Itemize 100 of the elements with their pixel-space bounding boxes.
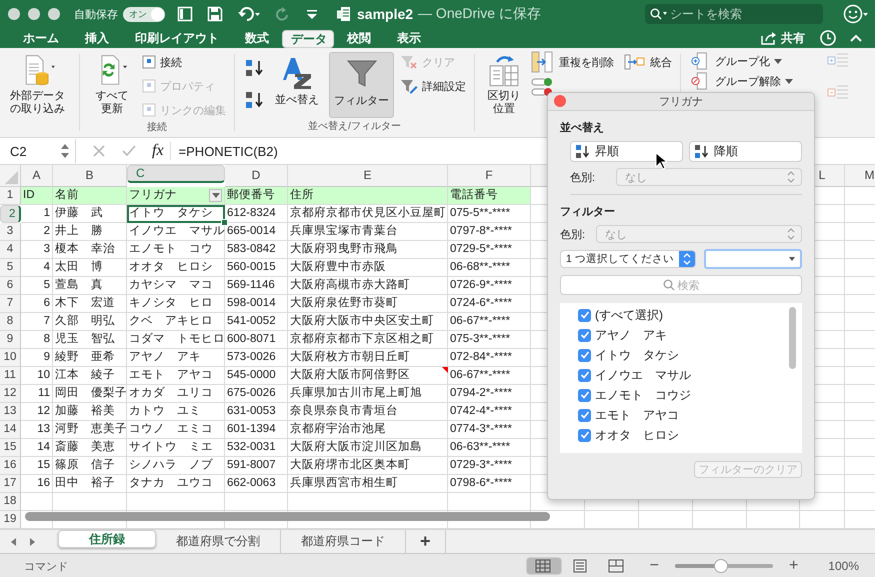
formula-input[interactable]: =PHONETIC(B2) — [178, 144, 278, 158]
row-header[interactable]: 7 — [0, 295, 21, 313]
close-button[interactable] — [554, 95, 566, 107]
zoom-slider-thumb[interactable] — [714, 559, 728, 573]
ribbon-tab[interactable]: ホーム — [10, 28, 72, 48]
table-cell: イノウエ マサル — [127, 223, 225, 241]
zoom-in-button[interactable]: + — [788, 557, 798, 575]
column-header[interactable]: D — [225, 165, 288, 187]
fill-handle[interactable] — [221, 219, 228, 226]
row-header[interactable]: 18 — [0, 493, 21, 511]
ribbon-tab[interactable]: 数式 — [232, 28, 282, 48]
filter-value[interactable]: アヤノ アキ — [595, 326, 667, 344]
group-button[interactable]: グループ化 — [689, 52, 793, 70]
table-cell: 太田 博 — [53, 259, 127, 277]
save-icon[interactable] — [207, 6, 223, 22]
filter-value[interactable]: オオタ ヒロシ — [595, 426, 679, 444]
table-cell: キノシタ ヒロ — [127, 295, 225, 313]
close-button[interactable] — [8, 8, 20, 20]
row-header[interactable]: 10 — [0, 349, 21, 367]
row-header[interactable]: 4 — [0, 241, 21, 259]
minimize-button[interactable] — [28, 8, 40, 20]
row-header[interactable]: 17 — [0, 475, 21, 493]
horizontal-scrollbar[interactable] — [25, 512, 550, 521]
column-header[interactable]: C — [127, 165, 225, 183]
filter-button[interactable]: フィルター — [329, 52, 394, 118]
condition-select[interactable]: 1 つ選択してください — [560, 250, 696, 268]
autosave-toggle[interactable]: オン — [123, 6, 165, 22]
checkbox[interactable] — [578, 328, 591, 342]
checkbox[interactable] — [578, 408, 591, 422]
table-cell: イトウ タケシ — [127, 205, 225, 223]
ungroup-button[interactable]: グループ解除 — [689, 72, 793, 90]
table-cell: 545-0000 — [225, 367, 288, 385]
filter-value[interactable]: エノモト コウジ — [595, 386, 691, 404]
sidebar-icon[interactable] — [177, 6, 193, 22]
view-button[interactable] — [526, 557, 562, 575]
row-header[interactable]: 11 — [0, 367, 21, 385]
comment-indicator[interactable] — [442, 367, 448, 373]
zoom-button[interactable] — [48, 8, 60, 20]
advanced-filter-button[interactable]: 詳細設定 — [400, 76, 466, 96]
sheet-search-field[interactable]: シートを検索 — [645, 4, 823, 24]
ribbon-tab[interactable]: データ — [282, 30, 334, 48]
column-header[interactable]: M — [845, 165, 875, 187]
ribbon-tab[interactable]: 挿入 — [72, 28, 122, 48]
zoom-out-button[interactable]: − — [650, 557, 659, 575]
row-header[interactable]: 5 — [0, 259, 21, 277]
checkbox[interactable] — [578, 368, 591, 382]
data-validation-icon[interactable] — [531, 77, 555, 97]
criteria-combo-field[interactable] — [704, 249, 802, 269]
row-header[interactable]: 9 — [0, 331, 21, 349]
filter-value[interactable]: イノウエ マサル — [595, 366, 691, 384]
checkbox[interactable] — [578, 388, 591, 402]
row-header[interactable]: 1 — [0, 187, 21, 205]
row-header[interactable]: 16 — [0, 457, 21, 475]
refresh-all-button[interactable]: すべて 更新 — [88, 52, 136, 118]
filter-dropdown-button[interactable] — [209, 189, 222, 202]
checkbox[interactable] — [578, 428, 591, 442]
insert-function-button[interactable]: fx — [152, 142, 171, 160]
zoom-slider[interactable] — [674, 559, 773, 573]
row-header[interactable]: 13 — [0, 403, 21, 421]
smiley-feedback-icon[interactable] — [843, 4, 869, 24]
filter-value[interactable]: イトウ タケシ — [595, 346, 679, 364]
list-scrollbar[interactable] — [789, 307, 796, 369]
checkmark-icon[interactable] — [122, 144, 136, 158]
sort-button[interactable]: 並べ替え — [271, 52, 323, 118]
consolidate-button[interactable]: 統合 — [624, 52, 672, 72]
ribbon-tab[interactable]: 校閲 — [334, 28, 384, 48]
row-header[interactable]: 6 — [0, 277, 21, 295]
filter-value[interactable]: エモト アヤコ — [595, 406, 679, 424]
ribbon-tab[interactable]: 表示 — [384, 28, 434, 48]
checkbox[interactable] — [578, 348, 591, 362]
checkbox[interactable] — [578, 308, 591, 322]
row-header[interactable]: 14 — [0, 421, 21, 439]
table-cell: 06-67**-**** — [448, 313, 531, 331]
column-header[interactable]: A — [21, 165, 53, 187]
table-cell — [21, 493, 53, 511]
remove-duplicates-button[interactable]: 重複を削除 — [531, 52, 614, 72]
undo-icon[interactable] — [237, 6, 261, 22]
table-cell: 京都府宇治市池尾 — [288, 421, 448, 439]
history-icon[interactable] — [819, 29, 837, 47]
column-header[interactable]: B — [53, 165, 127, 187]
sort-ascending-button[interactable]: 昇順 — [570, 141, 683, 162]
column-header[interactable]: F — [448, 165, 531, 187]
row-header[interactable]: 2 — [0, 205, 21, 223]
share-button[interactable]: 共有 — [761, 28, 805, 48]
text-to-columns-button[interactable]: 区切り 位置 — [483, 52, 525, 118]
row-header[interactable]: 12 — [0, 385, 21, 403]
connection-command[interactable]: 接続 — [142, 52, 226, 72]
get-external-data-button[interactable]: 外部データ の取り込み — [6, 52, 69, 118]
sheet-tab[interactable]: 住所録 — [58, 530, 156, 548]
name-box[interactable]: C2 — [0, 139, 76, 163]
ribbon-tab[interactable]: 印刷レイアウト — [122, 28, 232, 48]
sort-descending-button[interactable]: 降順 — [689, 141, 802, 162]
row-header[interactable]: 15 — [0, 439, 21, 457]
table-cell: 井上 勝 — [53, 223, 127, 241]
row-header[interactable]: 19 — [0, 511, 21, 529]
filter-value[interactable]: (すべて選択) — [595, 306, 663, 324]
redo-icon[interactable] — [275, 6, 291, 22]
row-header[interactable]: 8 — [0, 313, 21, 331]
column-header[interactable]: E — [288, 165, 448, 187]
row-header[interactable]: 3 — [0, 223, 21, 241]
